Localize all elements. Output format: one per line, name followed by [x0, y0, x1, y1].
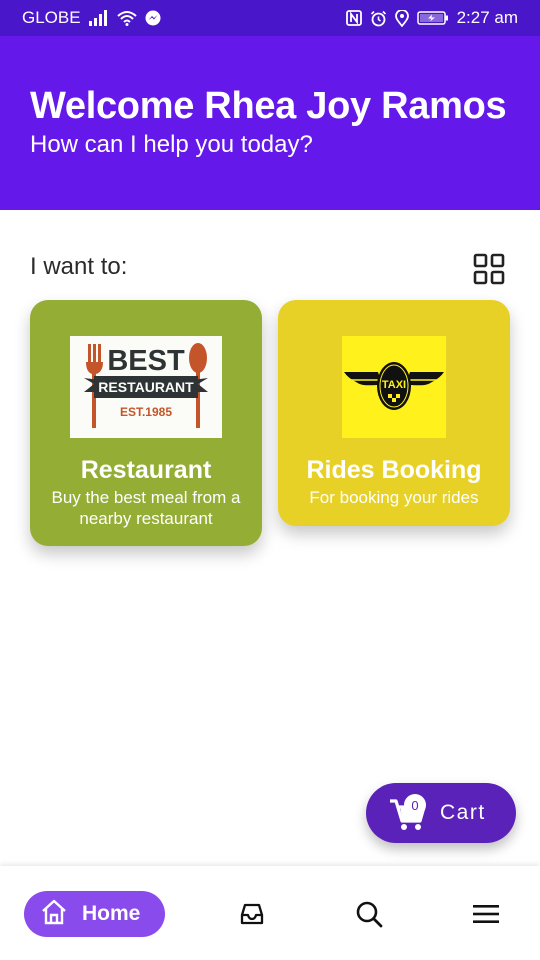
status-bar: GLOBE 2:27 am — [0, 0, 540, 36]
alarm-icon — [370, 10, 387, 27]
cart-icon: 0 — [388, 793, 428, 833]
restaurant-description: Buy the best meal from a nearby restaura… — [51, 488, 241, 528]
rides-booking-description: For booking your rides — [309, 488, 479, 507]
bottom-navigation: Home — [0, 866, 540, 960]
nav-home-button[interactable]: Home — [24, 891, 165, 937]
rides-booking-card[interactable]: TAXI Rides Booking For booking your ride… — [278, 300, 510, 526]
carrier-name: GLOBE — [22, 8, 81, 27]
welcome-subtitle: How can I help you today? — [30, 131, 313, 158]
welcome-title: Welcome Rhea Joy Ramos — [30, 85, 507, 127]
location-icon — [394, 9, 409, 27]
rides-booking-name: Rides Booking — [306, 456, 482, 484]
welcome-header: Welcome Rhea Joy Ramos How can I help yo… — [0, 36, 540, 210]
home-icon — [40, 898, 68, 931]
taxi-logo: TAXI — [342, 336, 446, 438]
restaurant-logo: BEST RESTAURANT EST.1985 — [70, 336, 222, 438]
nfc-icon — [345, 10, 362, 26]
services-label: I want to: — [30, 253, 128, 280]
search-icon[interactable] — [355, 900, 383, 928]
nav-home-label: Home — [82, 902, 141, 925]
grid-view-icon[interactable] — [472, 252, 506, 286]
inbox-icon[interactable] — [238, 900, 266, 928]
logo-taxi-text: TAXI — [382, 379, 406, 391]
logo-est-text: EST.1985 — [120, 405, 172, 419]
cart-button[interactable]: 0 Cart — [366, 783, 516, 843]
wifi-icon — [116, 10, 137, 26]
battery-icon — [416, 10, 449, 26]
signal-icon — [88, 10, 109, 26]
messenger-icon — [145, 10, 161, 26]
logo-restaurant-text: RESTAURANT — [98, 379, 194, 395]
cart-count-badge: 0 — [404, 794, 426, 816]
restaurant-card[interactable]: BEST RESTAURANT EST.1985 Restaurant Buy … — [30, 300, 262, 546]
restaurant-name: Restaurant — [80, 456, 212, 484]
menu-icon[interactable] — [472, 900, 500, 928]
clock-time: 2:27 am — [456, 8, 518, 27]
logo-best-text: BEST — [107, 345, 185, 377]
cart-label: Cart — [440, 801, 486, 824]
